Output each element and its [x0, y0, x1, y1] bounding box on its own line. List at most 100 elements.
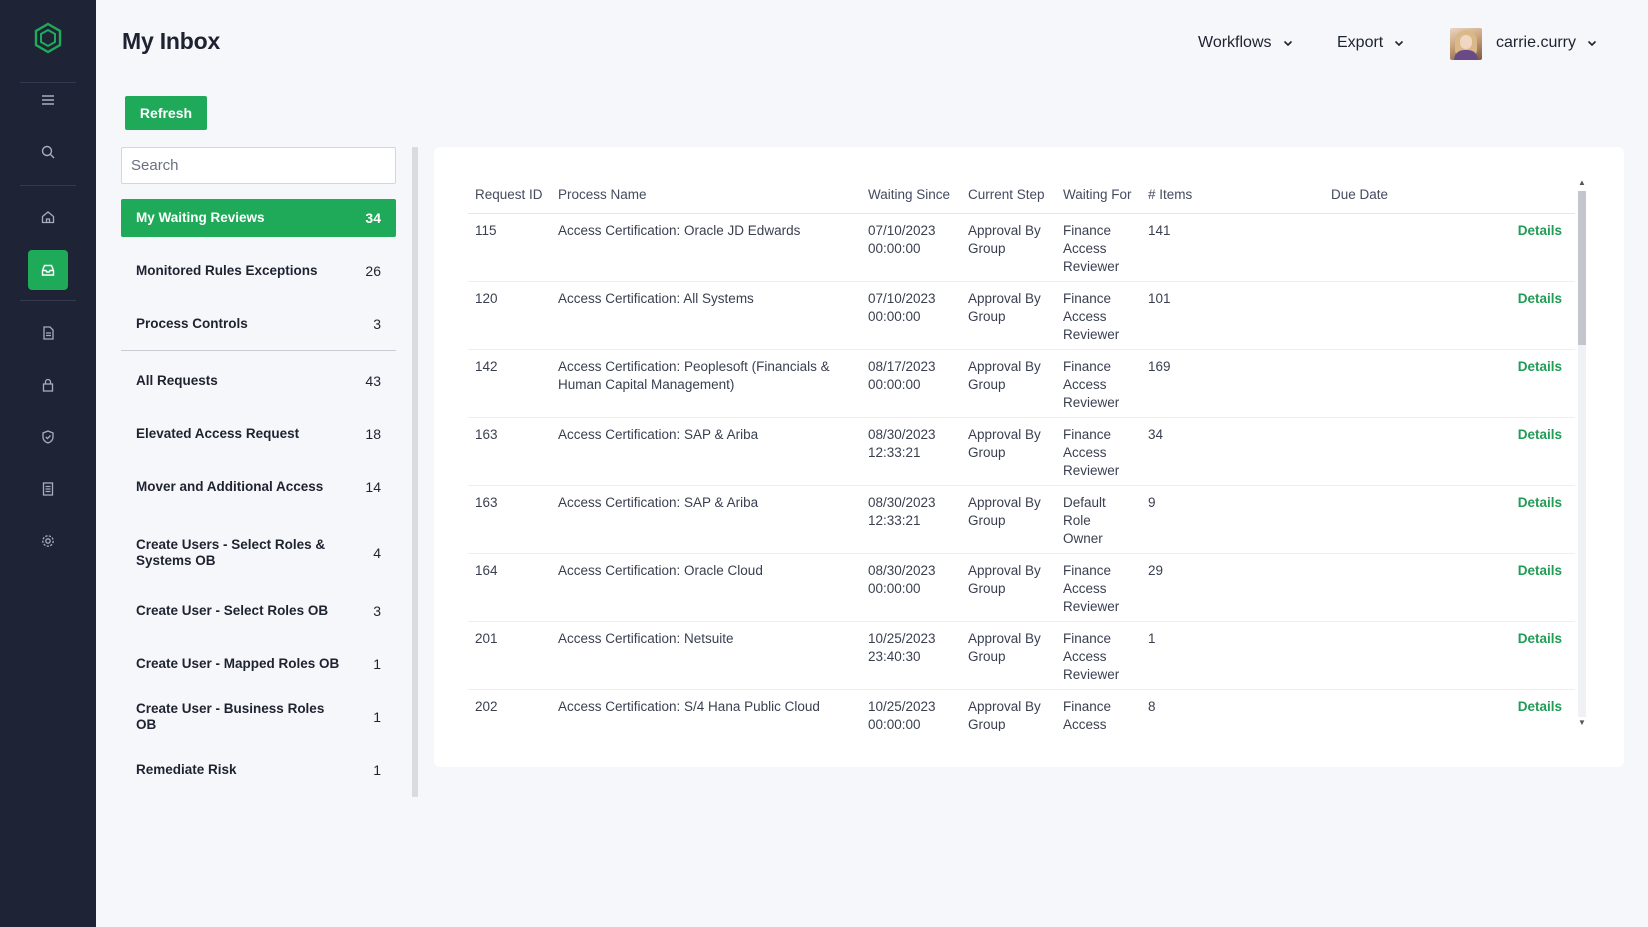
- shield-icon[interactable]: [28, 417, 68, 457]
- cell-request-id: 115: [468, 213, 551, 282]
- queue-item[interactable]: Elevated Access Request 18: [121, 415, 396, 453]
- cell-due-date: [1324, 553, 1454, 622]
- cell-items: 29: [1141, 553, 1324, 622]
- table-row[interactable]: 120 Access Certification: All Systems 07/1…: [468, 281, 1575, 350]
- queue-item-count: 43: [365, 373, 381, 389]
- avatar[interactable]: [1450, 28, 1482, 60]
- queue-item-label: My Waiting Reviews: [136, 210, 265, 225]
- cell-process-name: Access Certification: Peoplesoft (Financ…: [551, 349, 861, 418]
- table-row[interactable]: 142 Access Certification: Peoplesoft (Fin…: [468, 349, 1575, 418]
- table-row[interactable]: 163 Access Certification: SAP & Ariba 08/3…: [468, 485, 1575, 554]
- cell-process-name: Access Certification: SAP & Ariba: [551, 417, 861, 486]
- user-menu[interactable]: carrie.curry: [1496, 28, 1598, 58]
- queue-item-count: 3: [373, 603, 381, 619]
- cell-current-step: Approval By Group: [961, 621, 1056, 690]
- cell-waiting-for: Finance Access Reviewer: [1056, 621, 1141, 690]
- queue-item[interactable]: My Waiting Reviews 34: [121, 199, 396, 237]
- cell-current-step: Approval By Group: [961, 349, 1056, 418]
- cell-current-step: Approval By Group: [961, 553, 1056, 622]
- cell-actions: Details: [1454, 349, 1575, 418]
- column-header-waiting-for[interactable]: Waiting For: [1056, 177, 1141, 214]
- inbox-icon[interactable]: [28, 250, 68, 290]
- home-icon[interactable]: [28, 197, 68, 237]
- panel-scrollbar[interactable]: [412, 147, 418, 797]
- queue-item-label: Monitored Rules Exceptions: [136, 263, 318, 278]
- table-row[interactable]: 164 Access Certification: Oracle Cloud 08/…: [468, 553, 1575, 622]
- lock-icon[interactable]: [28, 365, 68, 405]
- cell-waiting-for: Finance Access Reviewer: [1056, 213, 1141, 282]
- rail-divider: [20, 300, 76, 301]
- column-header-due-date[interactable]: Due Date: [1324, 177, 1454, 214]
- refresh-button[interactable]: Refresh: [125, 96, 207, 130]
- table-row[interactable]: 202 Access Certification: S/4 Hana Public…: [468, 689, 1575, 731]
- queue-item-count: 1: [373, 709, 381, 725]
- document-icon[interactable]: [28, 313, 68, 353]
- scroll-up-icon[interactable]: ▲: [1578, 179, 1586, 187]
- workflows-menu[interactable]: Workflows: [1198, 28, 1294, 58]
- menu-icon[interactable]: [28, 80, 68, 120]
- column-header-process-name[interactable]: Process Name: [551, 177, 861, 214]
- table-row[interactable]: 163 Access Certification: SAP & Ariba 08/3…: [468, 417, 1575, 486]
- details-link[interactable]: Details: [1518, 427, 1562, 442]
- logo-icon[interactable]: [32, 22, 64, 54]
- cell-request-id: 120: [468, 281, 551, 350]
- cell-waiting-since: 08/30/2023 00:00:00: [861, 553, 961, 622]
- workflows-menu-label: Workflows: [1198, 34, 1272, 51]
- queue-item[interactable]: Process Controls 3: [121, 305, 396, 343]
- queue-item-label: Mover and Additional Access: [136, 479, 324, 494]
- queue-item-count: 3: [373, 316, 381, 332]
- cell-waiting-since: 10/25/2023 00:00:00: [861, 689, 961, 731]
- cell-actions: Details: [1454, 281, 1575, 350]
- column-header-current-step[interactable]: Current Step: [961, 177, 1056, 214]
- queue-item[interactable]: Remediate Risk 1: [121, 751, 396, 789]
- table-scrollbar[interactable]: ▲ ▼: [1575, 177, 1589, 731]
- table-body: 115 Access Certification: Oracle JD Edwar…: [468, 213, 1575, 731]
- queue-item[interactable]: Monitored Rules Exceptions 26: [121, 252, 396, 290]
- cell-waiting-for: Finance Access Reviewer: [1056, 417, 1141, 486]
- queue-item[interactable]: Create User - Business Roles OB 1: [121, 698, 396, 736]
- cell-request-id: 163: [468, 485, 551, 554]
- cell-process-name: Access Certification: All Systems: [551, 281, 861, 350]
- queue-item-count: 34: [365, 210, 381, 226]
- queue-item[interactable]: Create User - Select Roles OB 3: [121, 592, 396, 630]
- cell-waiting-for: Finance Access Reviewer: [1056, 553, 1141, 622]
- queue-item-label: Create User - Select Roles OB: [136, 603, 329, 618]
- queue-item-label: Elevated Access Request: [136, 426, 300, 441]
- scroll-down-icon[interactable]: ▼: [1578, 719, 1586, 727]
- column-header-waiting-since[interactable]: Waiting Since: [861, 177, 961, 214]
- table-row[interactable]: 201 Access Certification: Netsuite 10/25/2…: [468, 621, 1575, 690]
- scrollbar-thumb[interactable]: [1578, 191, 1586, 345]
- queue-item-count: 26: [365, 263, 381, 279]
- cell-actions: Details: [1454, 621, 1575, 690]
- page-title: My Inbox: [122, 28, 221, 54]
- column-header-request-id[interactable]: Request ID: [468, 177, 551, 214]
- details-link[interactable]: Details: [1518, 359, 1562, 374]
- report-icon[interactable]: [28, 469, 68, 509]
- details-link[interactable]: Details: [1518, 223, 1562, 238]
- queue-item[interactable]: Mover and Additional Access 14: [121, 468, 396, 506]
- search-icon[interactable]: [28, 132, 68, 172]
- table-row[interactable]: 115 Access Certification: Oracle JD Edwar…: [468, 213, 1575, 282]
- export-menu[interactable]: Export: [1337, 28, 1405, 58]
- details-link[interactable]: Details: [1518, 563, 1562, 578]
- column-header-items[interactable]: # Items: [1141, 177, 1324, 214]
- queue-item-count: 1: [373, 656, 381, 672]
- details-link[interactable]: Details: [1518, 495, 1562, 510]
- cell-waiting-since: 07/10/2023 00:00:00: [861, 213, 961, 282]
- settings-icon[interactable]: [28, 521, 68, 561]
- cell-items: 8: [1141, 689, 1324, 731]
- chevron-down-icon: [1395, 40, 1404, 47]
- details-link[interactable]: Details: [1518, 291, 1562, 306]
- details-link[interactable]: Details: [1518, 699, 1562, 714]
- cell-request-id: 201: [468, 621, 551, 690]
- queue-item[interactable]: Create Users - Select Roles & Systems OB…: [121, 529, 396, 577]
- cell-process-name: Access Certification: Oracle JD Edwards: [551, 213, 861, 282]
- queue-item[interactable]: All Requests 43: [121, 362, 396, 400]
- queue-item[interactable]: Create User - Mapped Roles OB 1: [121, 645, 396, 683]
- queue-item-label: Create User - Mapped Roles OB: [136, 656, 340, 671]
- queue-item-label: Process Controls: [136, 316, 248, 331]
- cell-current-step: Approval By Group: [961, 485, 1056, 554]
- details-link[interactable]: Details: [1518, 631, 1562, 646]
- cell-waiting-since: 07/10/2023 00:00:00: [861, 281, 961, 350]
- search-input[interactable]: [121, 147, 396, 184]
